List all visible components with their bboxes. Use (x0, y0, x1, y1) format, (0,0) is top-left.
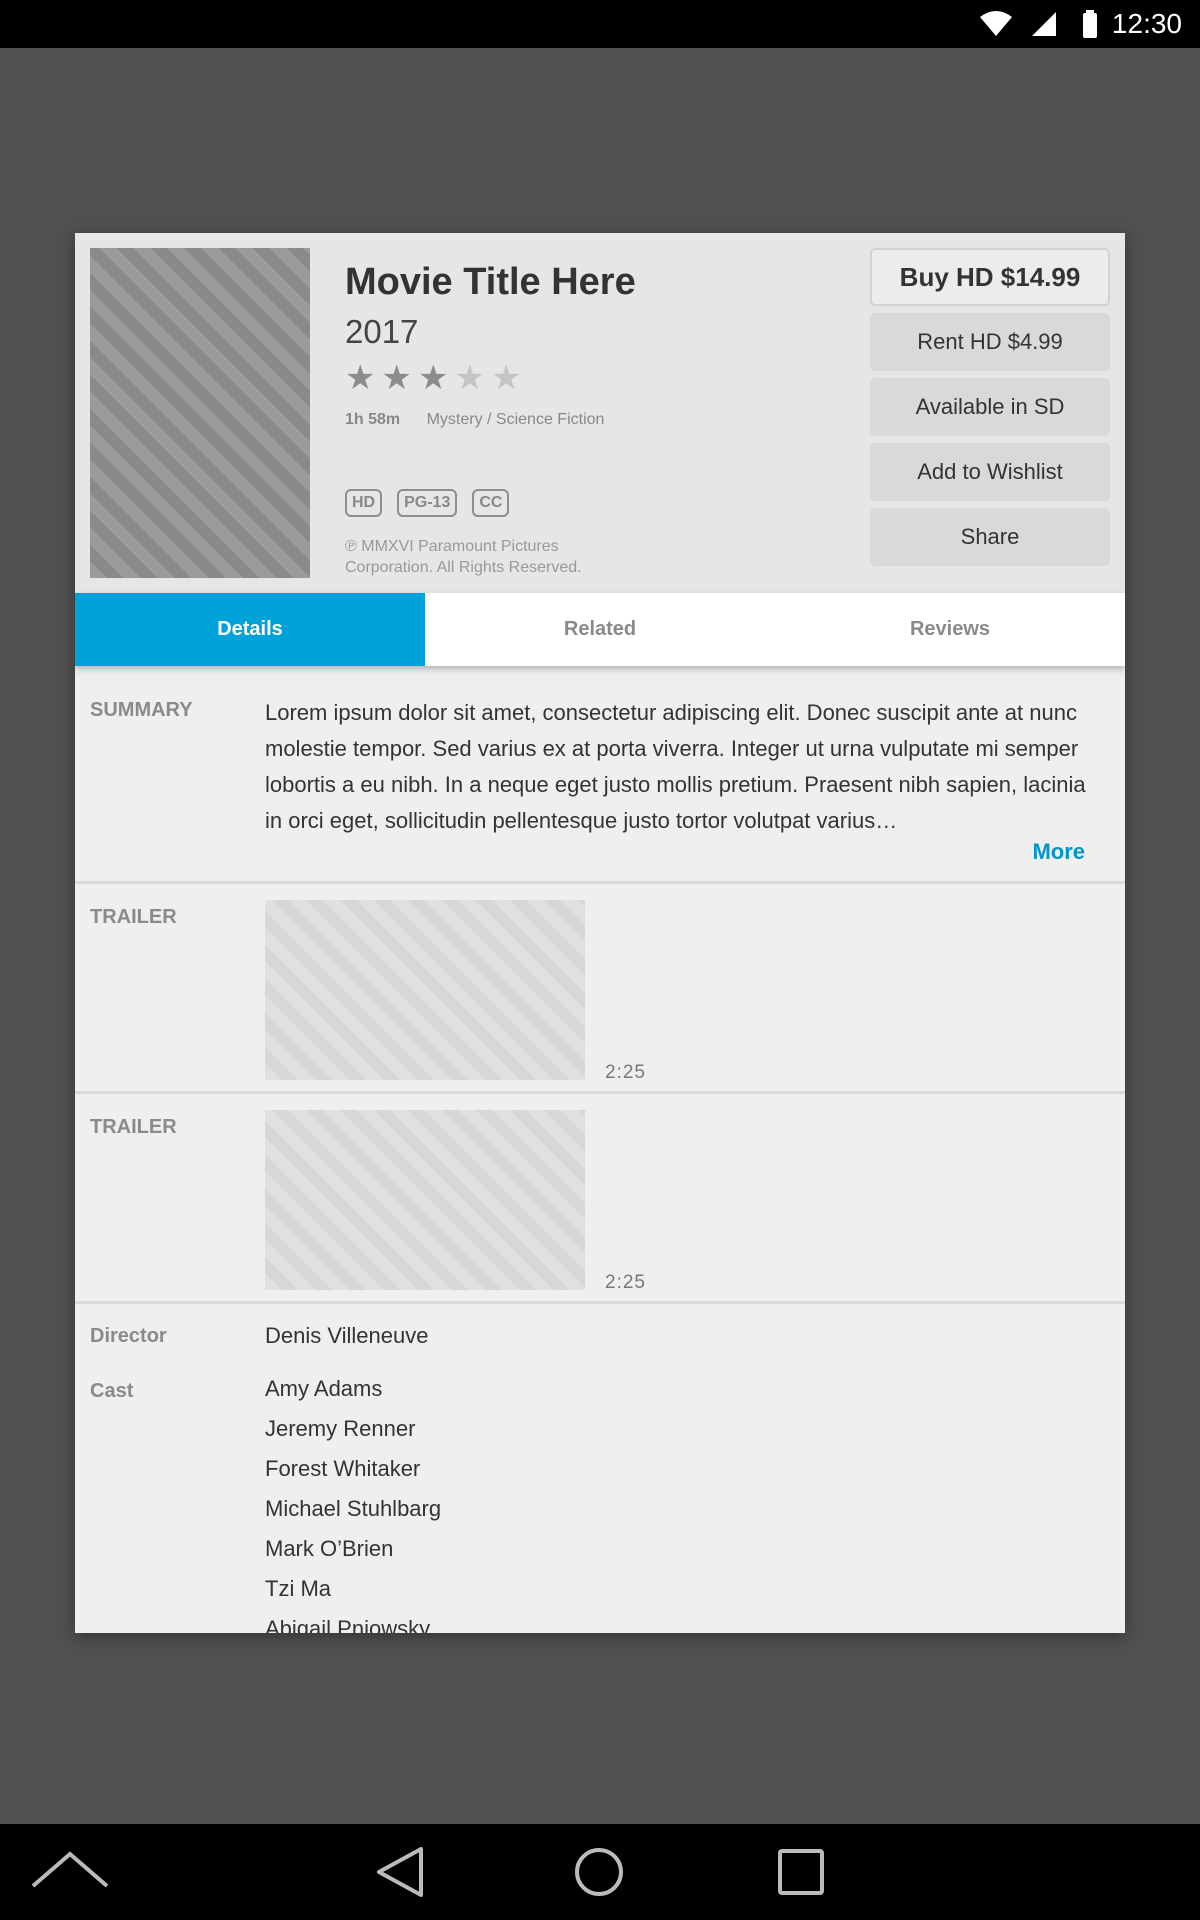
add-to-wishlist-button[interactable]: Add to Wishlist (870, 443, 1110, 501)
star-empty-icon: ★ (490, 358, 522, 398)
cast-member: Amy Adams (265, 1376, 383, 1401)
cast-member: Michael Stuhlbarg (265, 1496, 442, 1521)
status-bar: 12:30 (0, 0, 1200, 48)
poster-image[interactable] (90, 248, 310, 578)
cast-member: Jeremy Renner (265, 1416, 416, 1441)
movie-title: Movie Title Here (345, 261, 636, 303)
summary-text: Lorem ipsum dolor sit amet, consectetur … (265, 700, 1086, 833)
summary-section: SUMMARY Lorem ipsum dolor sit amet, cons… (75, 679, 1125, 884)
director-name: Denis Villeneuve (265, 1323, 429, 1348)
director-label: Director (90, 1325, 167, 1347)
trailer-duration: 2:25 (605, 1272, 646, 1293)
chevron-up-icon[interactable] (25, 1824, 115, 1920)
cast-member: Forest Whitaker (265, 1456, 421, 1481)
hd-badge: HD (345, 489, 383, 517)
rent-hd-button[interactable]: Rent HD $4.99 (870, 313, 1110, 371)
navigation-bar (0, 1824, 1200, 1920)
tab-reviews[interactable]: Reviews (775, 593, 1125, 666)
trailer-section: TRAILER 2:25 (75, 884, 1125, 1094)
trailer-label: TRAILER (90, 906, 177, 928)
buy-hd-button[interactable]: Buy HD $14.99 (870, 248, 1110, 306)
cc-badge: CC (472, 489, 510, 517)
movie-year: 2017 (345, 313, 419, 350)
wifi-icon (980, 11, 1012, 36)
cast-list: Amy Adams Jeremy Renner Forest Whitaker … (265, 1369, 765, 1633)
trailer-label: TRAILER (90, 1116, 177, 1138)
format-badges: HD PG-13 CC (345, 489, 510, 517)
star-empty-icon: ★ (454, 358, 485, 398)
star-filled-icon: ★ (381, 358, 412, 398)
home-icon[interactable] (563, 1824, 635, 1920)
recents-icon[interactable] (765, 1824, 837, 1920)
star-filled-icon: ★ (417, 358, 449, 398)
purchase-actions: Buy HD $14.99 Rent HD $4.99 Available in… (870, 248, 1110, 573)
tab-related[interactable]: Related (425, 593, 775, 666)
summary-label: SUMMARY (90, 699, 193, 721)
copyright-text: ℗ MMXVI Paramount Pictures Corporation. … (345, 538, 582, 576)
trailer-thumbnail[interactable] (265, 1110, 585, 1290)
cast-label: Cast (90, 1380, 134, 1402)
trailer-duration: 2:25 (605, 1062, 646, 1083)
cell-signal-icon (1032, 12, 1056, 36)
movie-detail-card: Movie Title Here 2017 ★ ★ ★ ★ ★ 1h 58m Myste… (75, 233, 1125, 1633)
star-filled-icon: ★ (345, 358, 376, 398)
rating-badge: PG-13 (397, 489, 458, 517)
movie-meta: 1h 58m Mystery / Science Fiction (345, 411, 604, 429)
more-link[interactable]: More (1032, 839, 1085, 865)
share-button[interactable]: Share (870, 508, 1110, 566)
cast-member: Tzi Ma (265, 1576, 331, 1601)
rating-stars: ★ ★ ★ ★ ★ (345, 361, 521, 395)
tab-details[interactable]: Details (75, 593, 425, 666)
cast-member: Abigail Pniowsky (265, 1616, 431, 1633)
trailer-thumbnail[interactable] (265, 900, 585, 1080)
tab-bar: Details Related Reviews (75, 593, 1125, 666)
status-time: 12:30 (1111, 8, 1182, 39)
battery-icon (1083, 10, 1097, 38)
cast-member: Mark O’Brien (265, 1536, 394, 1561)
back-icon[interactable] (365, 1824, 435, 1920)
genres: Mystery / Science Fiction (426, 411, 605, 428)
movie-header: Movie Title Here 2017 ★ ★ ★ ★ ★ 1h 58m Myste… (75, 233, 1125, 593)
trailer-section: TRAILER 2:25 (75, 1094, 1125, 1304)
runtime: 1h 58m (345, 411, 401, 428)
available-sd-button[interactable]: Available in SD (870, 378, 1110, 436)
